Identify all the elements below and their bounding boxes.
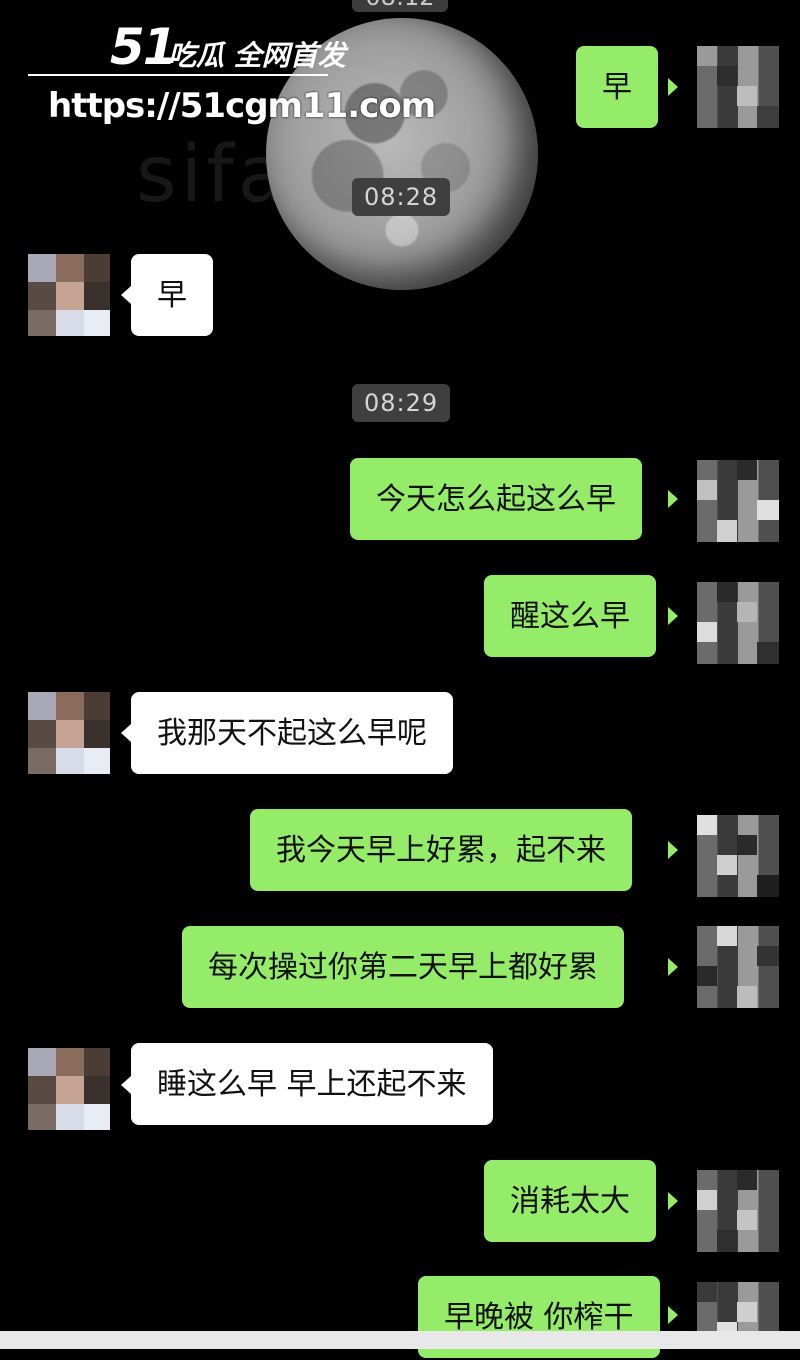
message-bubble-self[interactable]: 消耗太大: [484, 1160, 656, 1242]
bubble-tail: [668, 78, 678, 96]
avatar-self[interactable]: [697, 582, 779, 664]
avatar-self[interactable]: [697, 1170, 779, 1252]
watermark-url: https://51cgm11.com: [48, 86, 436, 126]
message-bubble-self[interactable]: 今天怎么起这么早: [350, 458, 642, 540]
message-bubble-self[interactable]: 早: [576, 46, 658, 128]
timestamp-partial: 08:12: [352, 0, 448, 12]
message-bubble-self[interactable]: 我今天早上好累，起不来: [250, 809, 632, 891]
message-bubble-other[interactable]: 我那天不起这么早呢: [131, 692, 453, 774]
timestamp: 08:28: [352, 178, 451, 216]
timestamp: 08:29: [352, 384, 451, 422]
bubble-tail: [668, 490, 678, 508]
bottom-input-bar: [0, 1331, 800, 1349]
bubble-tail: [121, 286, 131, 304]
avatar-self[interactable]: [697, 460, 779, 542]
bubble-tail: [668, 1192, 678, 1210]
bubble-tail: [668, 607, 678, 625]
message-bubble-other[interactable]: 睡这么早 早上还起不来: [131, 1043, 493, 1125]
watermark-logo-text: 吃瓜 全网首发: [168, 39, 346, 72]
bubble-tail: [668, 958, 678, 976]
message-bubble-self[interactable]: 醒这么早: [484, 575, 656, 657]
avatar-self[interactable]: [697, 46, 779, 128]
bubble-tail: [668, 841, 678, 859]
avatar-self[interactable]: [697, 926, 779, 1008]
avatar-other[interactable]: [28, 692, 110, 774]
bubble-tail: [121, 724, 131, 742]
watermark-logo-number: 51: [110, 18, 178, 76]
bubble-tail: [668, 1306, 678, 1324]
message-bubble-other[interactable]: 早: [131, 254, 213, 336]
message-bubble-self[interactable]: 每次操过你第二天早上都好累: [182, 926, 624, 1008]
bubble-tail: [121, 1076, 131, 1094]
avatar-other[interactable]: [28, 254, 110, 336]
avatar-other[interactable]: [28, 1048, 110, 1130]
watermark-line: [28, 74, 328, 76]
avatar-self[interactable]: [697, 815, 779, 897]
